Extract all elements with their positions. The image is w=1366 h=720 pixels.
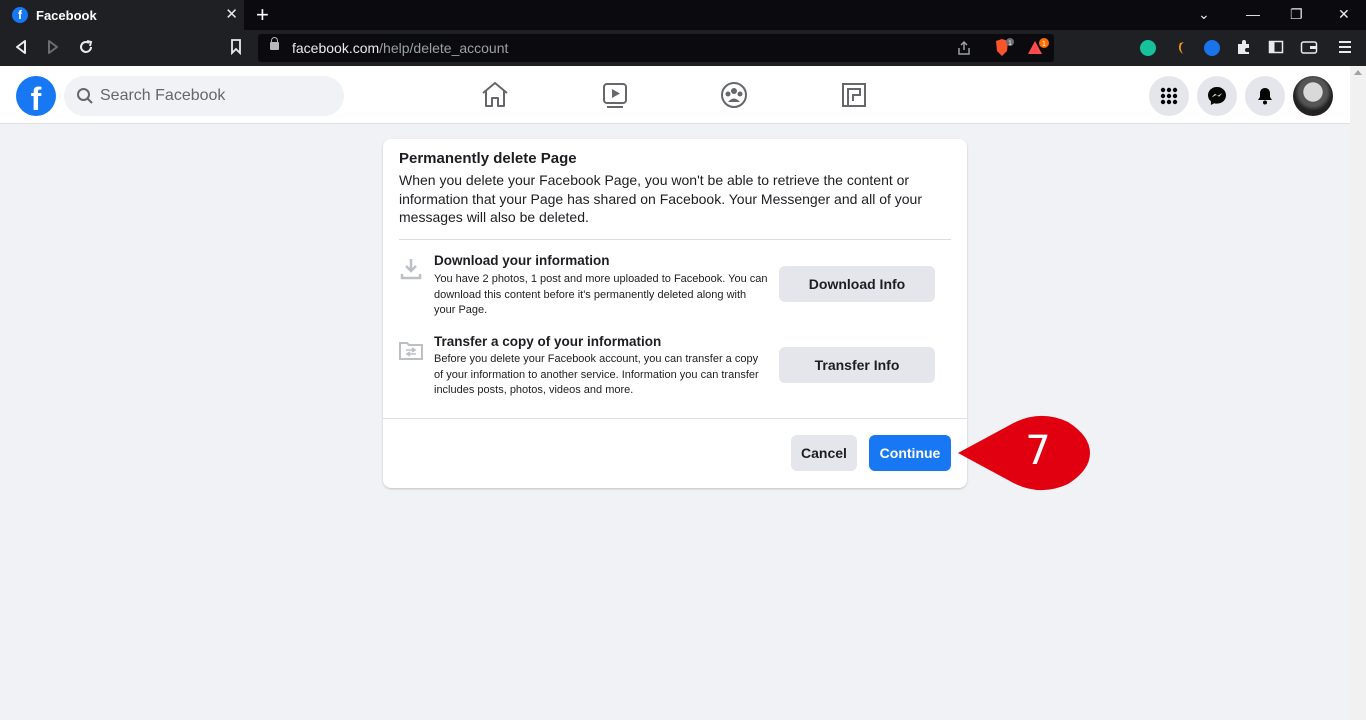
facebook-logo[interactable]: f	[16, 76, 56, 116]
notifications-button[interactable]	[1245, 76, 1285, 116]
menu-grid-button[interactable]	[1149, 76, 1189, 116]
bell-icon	[1258, 88, 1272, 105]
browser-tab-strip: f Facebook ✕ + ⌄ — ❐ ✕	[0, 0, 1366, 30]
step-number: 7	[1025, 428, 1051, 474]
search-icon	[77, 88, 93, 104]
tab-title: Facebook	[36, 7, 97, 23]
watch-video-icon[interactable]	[599, 79, 631, 111]
grammarly-icon[interactable]	[1140, 40, 1156, 56]
browser-toolbar: facebook.com/help/delete_account 1 1	[0, 30, 1366, 66]
minimize-button[interactable]: —	[1246, 6, 1260, 22]
messenger-button[interactable]	[1197, 76, 1237, 116]
search-placeholder: Search Facebook	[100, 87, 226, 104]
transfer-folder-icon	[399, 342, 423, 360]
reload-button[interactable]	[78, 39, 94, 59]
url-text: facebook.com/help/delete_account	[292, 40, 509, 56]
extensions-puzzle-icon[interactable]	[1236, 39, 1252, 59]
forward-button[interactable]	[46, 39, 60, 59]
facebook-header: f Search Facebook	[0, 66, 1350, 124]
cancel-button[interactable]: Cancel	[791, 435, 857, 471]
address-bar[interactable]: facebook.com/help/delete_account 1 1	[258, 34, 1054, 62]
transfer-section-text: Before you delete your Facebook account,…	[434, 353, 759, 396]
avatar[interactable]	[1293, 76, 1333, 116]
restore-button[interactable]: ❐	[1290, 6, 1303, 23]
download-icon	[400, 259, 422, 280]
tab-search-chevron-icon[interactable]: ⌄	[1198, 6, 1210, 23]
transfer-section-title: Transfer a copy of your information	[434, 334, 662, 349]
home-icon[interactable]	[479, 79, 511, 111]
continue-button[interactable]: Continue	[869, 435, 951, 471]
back-button[interactable]	[14, 39, 28, 59]
brave-rewards-icon[interactable]: 1	[1026, 38, 1050, 61]
menu-icon[interactable]	[1338, 39, 1352, 59]
divider	[399, 239, 951, 240]
browser-tab[interactable]: f Facebook ✕	[0, 0, 244, 30]
svg-text:1: 1	[1008, 40, 1012, 47]
gaming-icon[interactable]	[838, 79, 870, 111]
bookmark-icon[interactable]	[230, 39, 242, 59]
grid-menu-icon	[1160, 87, 1178, 105]
groups-icon[interactable]	[718, 79, 750, 111]
lock-icon	[270, 37, 279, 50]
messenger-icon	[1208, 87, 1226, 105]
extension-orange-icon[interactable]	[1174, 40, 1190, 56]
new-tab-button[interactable]: +	[256, 4, 269, 26]
close-window-button[interactable]: ✕	[1338, 6, 1350, 23]
download-section-text: You have 2 photos, 1 post and more uploa…	[434, 273, 768, 316]
scrollbar[interactable]	[1350, 66, 1366, 720]
search-input[interactable]: Search Facebook	[64, 76, 344, 116]
facebook-favicon-icon: f	[12, 7, 28, 23]
wallet-icon[interactable]	[1300, 39, 1318, 59]
dialog-description: When you delete your Facebook Page, you …	[399, 172, 922, 225]
transfer-info-button[interactable]: Transfer Info	[779, 347, 935, 383]
extension-blue-icon[interactable]	[1204, 40, 1220, 56]
close-tab-icon[interactable]: ✕	[225, 7, 238, 22]
footer-divider	[383, 418, 967, 419]
svg-text:1: 1	[1042, 40, 1046, 48]
dialog-title: Permanently delete Page	[399, 150, 577, 167]
delete-page-dialog: Permanently delete Page When you delete …	[383, 139, 967, 488]
sidebar-toggle-icon[interactable]	[1268, 39, 1284, 59]
download-info-button[interactable]: Download Info	[779, 266, 935, 302]
scroll-up-arrow-icon[interactable]	[1354, 70, 1362, 75]
brave-shields-icon[interactable]: 1	[994, 38, 1016, 61]
download-section-title: Download your information	[434, 253, 610, 268]
share-icon[interactable]	[956, 40, 972, 59]
